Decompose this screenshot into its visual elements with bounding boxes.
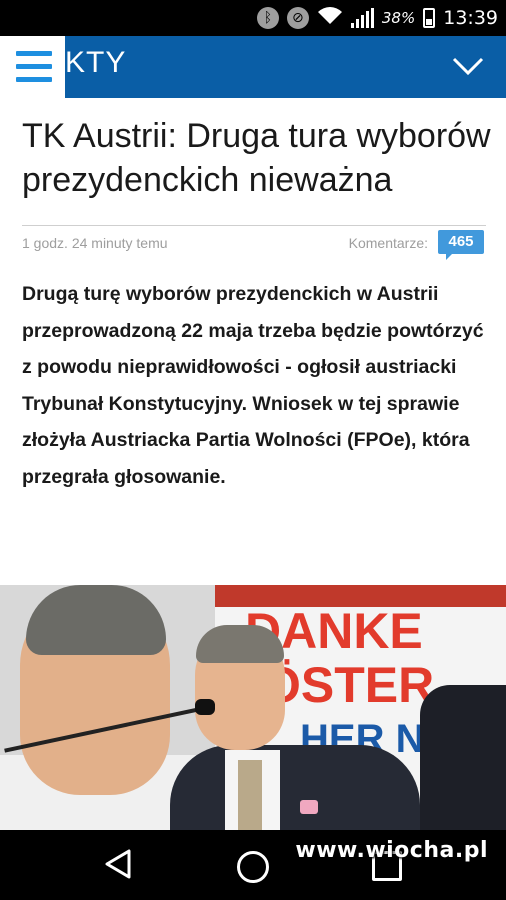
- battery-icon: [423, 8, 436, 28]
- watermark: www.wiocha.pl: [295, 838, 488, 863]
- back-icon[interactable]: [103, 848, 133, 880]
- speaker-tie: [238, 760, 262, 830]
- clock: 13:39: [443, 7, 498, 29]
- hamburger-menu-icon-bar: [16, 77, 52, 82]
- microphone-icon: [195, 699, 215, 715]
- banner-text-2: ÖSTER: [262, 657, 435, 713]
- signal-icon: [350, 8, 374, 28]
- article-title: TK Austrii: Druga tura wyborów prezydenc…: [22, 117, 491, 199]
- battery-percent: 38%: [381, 9, 416, 27]
- menu-button[interactable]: [0, 36, 65, 98]
- article-photo[interactable]: DANKE ÖSTER HER NO: [0, 585, 506, 830]
- person-right: [420, 685, 506, 830]
- do-not-disturb-icon: ⊘: [286, 7, 309, 29]
- chevron-down-icon[interactable]: [452, 56, 484, 76]
- home-icon[interactable]: [237, 851, 269, 883]
- comments-count-badge[interactable]: 465: [438, 230, 484, 260]
- speaker-hair: [196, 625, 284, 663]
- bluetooth-icon: ᛒ: [256, 7, 279, 29]
- wifi-icon: [317, 6, 343, 31]
- pocket-square: [300, 800, 318, 814]
- article-timestamp: 1 godz. 24 minuty temu: [22, 235, 168, 251]
- status-bar: ᛒ ⊘ 38% 13:39: [0, 0, 506, 36]
- section-title: KTY: [65, 46, 127, 79]
- hamburger-menu-icon-bar: [16, 64, 52, 69]
- poster-hair: [26, 585, 166, 655]
- hamburger-menu-icon: [16, 51, 52, 56]
- divider: [22, 225, 486, 226]
- app-header: KTY: [0, 36, 506, 98]
- comments-label[interactable]: Komentarze:: [349, 235, 428, 251]
- article-lead: Drugą turę wyborów prezydenckich w Austr…: [22, 283, 484, 488]
- speaker-suit: [170, 745, 420, 830]
